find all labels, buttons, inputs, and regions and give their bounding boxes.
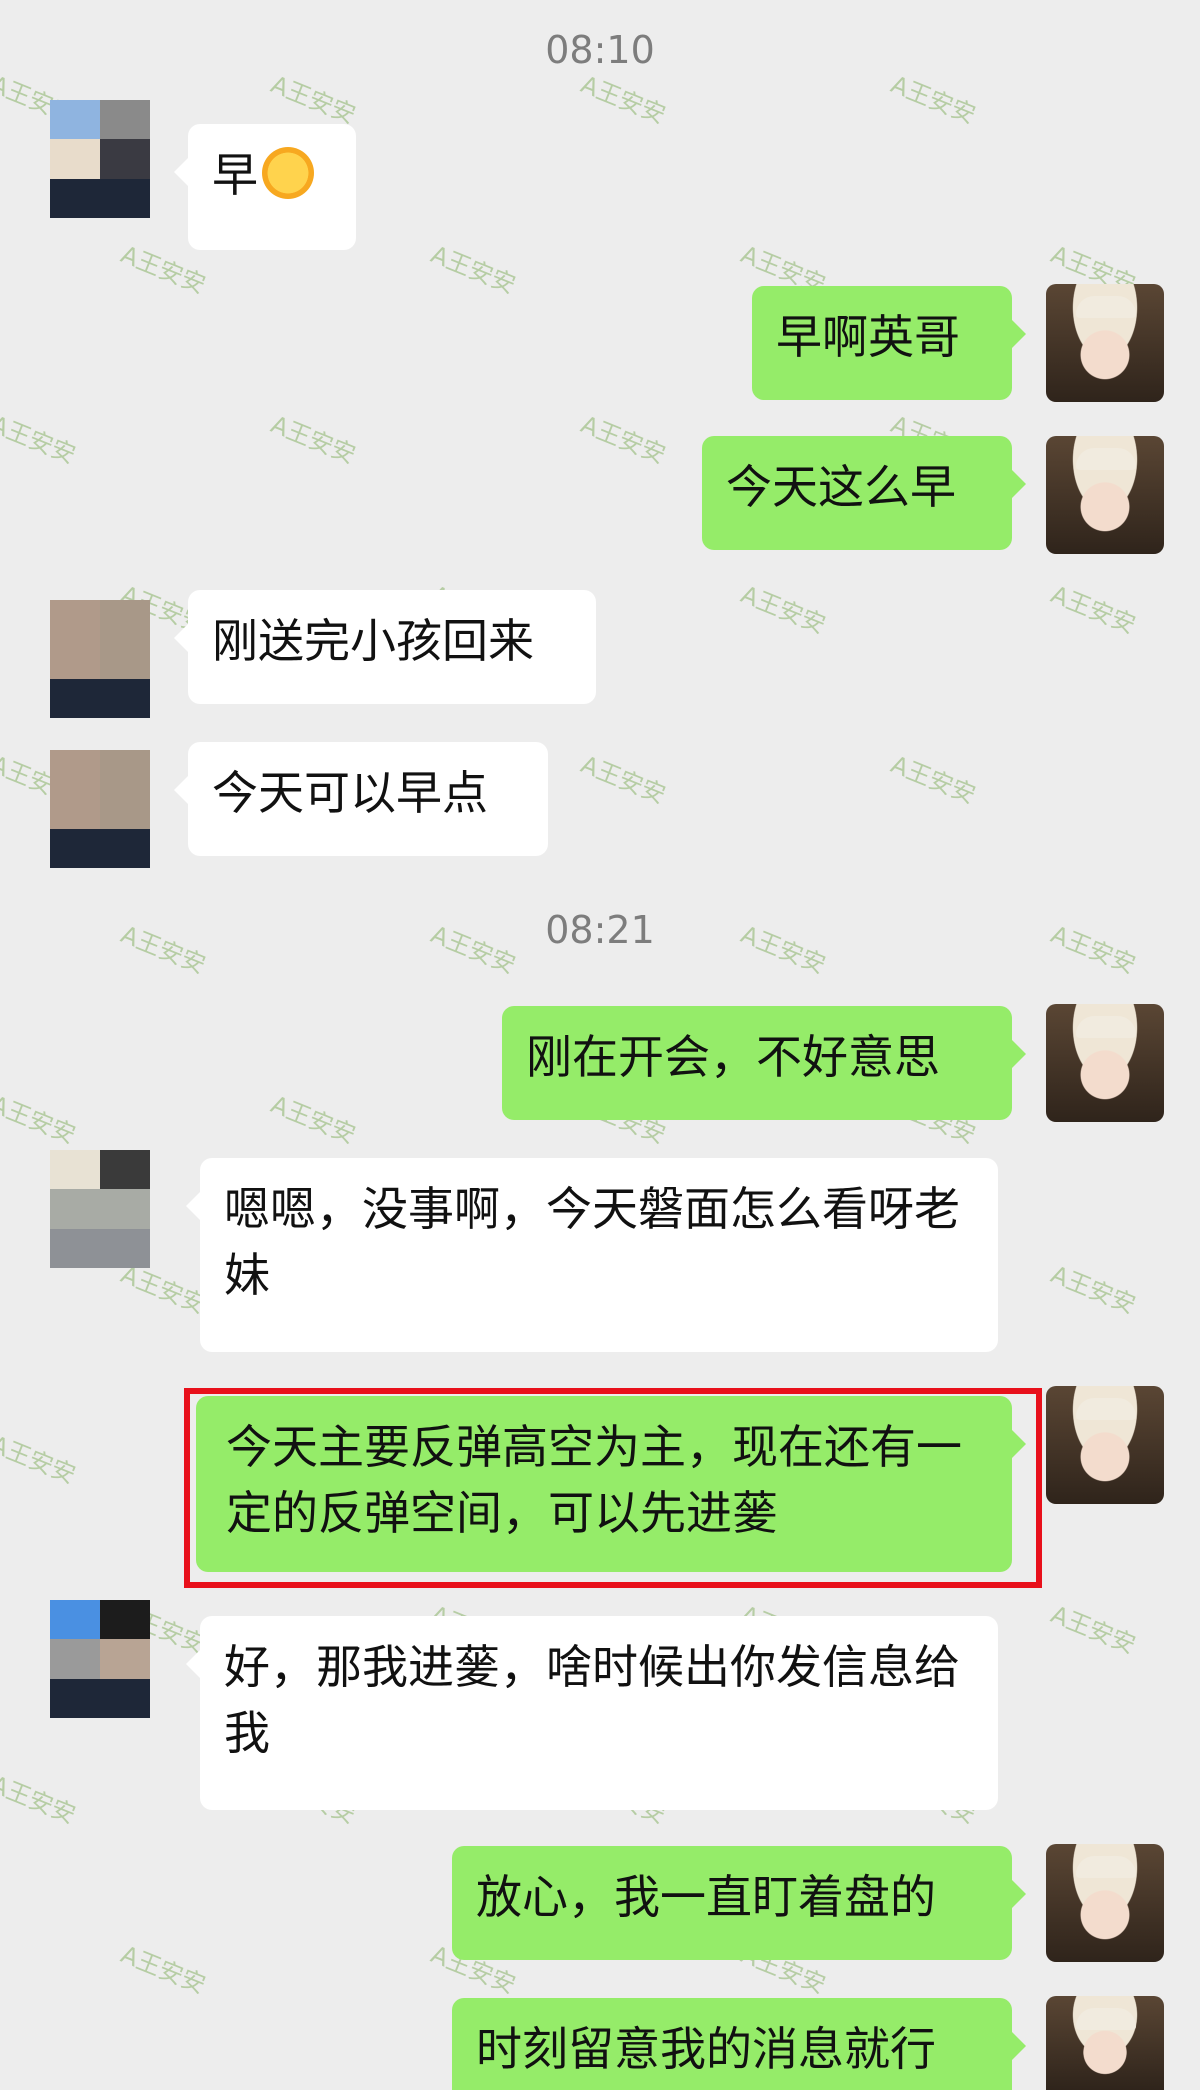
sun-emoji-icon bbox=[262, 147, 314, 199]
watermark: A王安安 bbox=[887, 70, 980, 130]
message-bubble-right[interactable]: 刚在开会，不好意思 bbox=[502, 1006, 1026, 1120]
message-bubble-right[interactable]: 早啊英哥 bbox=[752, 286, 1026, 400]
watermark: A王安安 bbox=[0, 410, 80, 470]
watermark: A王安安 bbox=[737, 580, 830, 640]
my-avatar[interactable] bbox=[1046, 1386, 1164, 1504]
message-text: 嗯嗯，没事啊，今天磐面怎么看呀老妹 bbox=[224, 1182, 960, 1302]
message-bubble-right[interactable]: 今天这么早 bbox=[702, 436, 1026, 550]
watermark: A王安安 bbox=[267, 70, 360, 130]
message-text: 早 bbox=[212, 148, 258, 202]
message-text: 放心，我一直盯着盘的 bbox=[476, 1870, 936, 1924]
highlight-box bbox=[184, 1388, 1042, 1588]
message-bubble-left[interactable]: 早 bbox=[174, 124, 356, 250]
watermark: A王安安 bbox=[427, 240, 520, 300]
watermark: A王安安 bbox=[0, 1090, 80, 1150]
message-text: 时刻留意我的消息就行 bbox=[476, 2022, 936, 2076]
my-avatar[interactable] bbox=[1046, 1844, 1164, 1962]
watermark: A王安安 bbox=[0, 1430, 80, 1490]
watermark: A王安安 bbox=[577, 410, 670, 470]
contact-avatar[interactable] bbox=[50, 750, 150, 868]
contact-avatar[interactable] bbox=[50, 600, 150, 718]
message-text: 早啊英哥 bbox=[776, 310, 960, 364]
watermark: A王安安 bbox=[0, 1770, 80, 1830]
timestamp: 08:10 bbox=[545, 28, 655, 72]
my-avatar[interactable] bbox=[1046, 1996, 1164, 2090]
watermark: A王安安 bbox=[887, 750, 980, 810]
message-bubble-left[interactable]: 今天可以早点 bbox=[174, 742, 548, 856]
watermark: A王安安 bbox=[1047, 1260, 1140, 1320]
message-text: 好，那我进蓌，啥时候出你发信息给我 bbox=[224, 1640, 960, 1760]
message-bubble-right[interactable]: 放心，我一直盯着盘的 bbox=[452, 1846, 1026, 1960]
watermark: A王安安 bbox=[577, 70, 670, 130]
message-bubble-left[interactable]: 刚送完小孩回来 bbox=[174, 590, 596, 704]
contact-avatar[interactable] bbox=[50, 100, 150, 218]
message-text: 刚送完小孩回来 bbox=[212, 614, 534, 668]
message-bubble-right[interactable]: 时刻留意我的消息就行 bbox=[452, 1998, 1026, 2090]
watermark: A王安安 bbox=[1047, 1600, 1140, 1660]
watermark: A王安安 bbox=[577, 750, 670, 810]
timestamp: 08:21 bbox=[545, 908, 655, 952]
message-bubble-left[interactable]: 嗯嗯，没事啊，今天磐面怎么看呀老妹 bbox=[186, 1158, 998, 1352]
watermark: A王安安 bbox=[267, 410, 360, 470]
my-avatar[interactable] bbox=[1046, 436, 1164, 554]
my-avatar[interactable] bbox=[1046, 1004, 1164, 1122]
watermark: A王安安 bbox=[1047, 580, 1140, 640]
contact-avatar[interactable] bbox=[50, 1150, 150, 1268]
message-bubble-left[interactable]: 好，那我进蓌，啥时候出你发信息给我 bbox=[186, 1616, 998, 1810]
message-text: 今天这么早 bbox=[726, 460, 956, 514]
contact-avatar[interactable] bbox=[50, 1600, 150, 1718]
my-avatar[interactable] bbox=[1046, 284, 1164, 402]
message-text: 今天可以早点 bbox=[212, 766, 488, 820]
watermark: A王安安 bbox=[267, 1090, 360, 1150]
message-text: 刚在开会，不好意思 bbox=[526, 1030, 940, 1084]
watermark: A王安安 bbox=[117, 1940, 210, 2000]
